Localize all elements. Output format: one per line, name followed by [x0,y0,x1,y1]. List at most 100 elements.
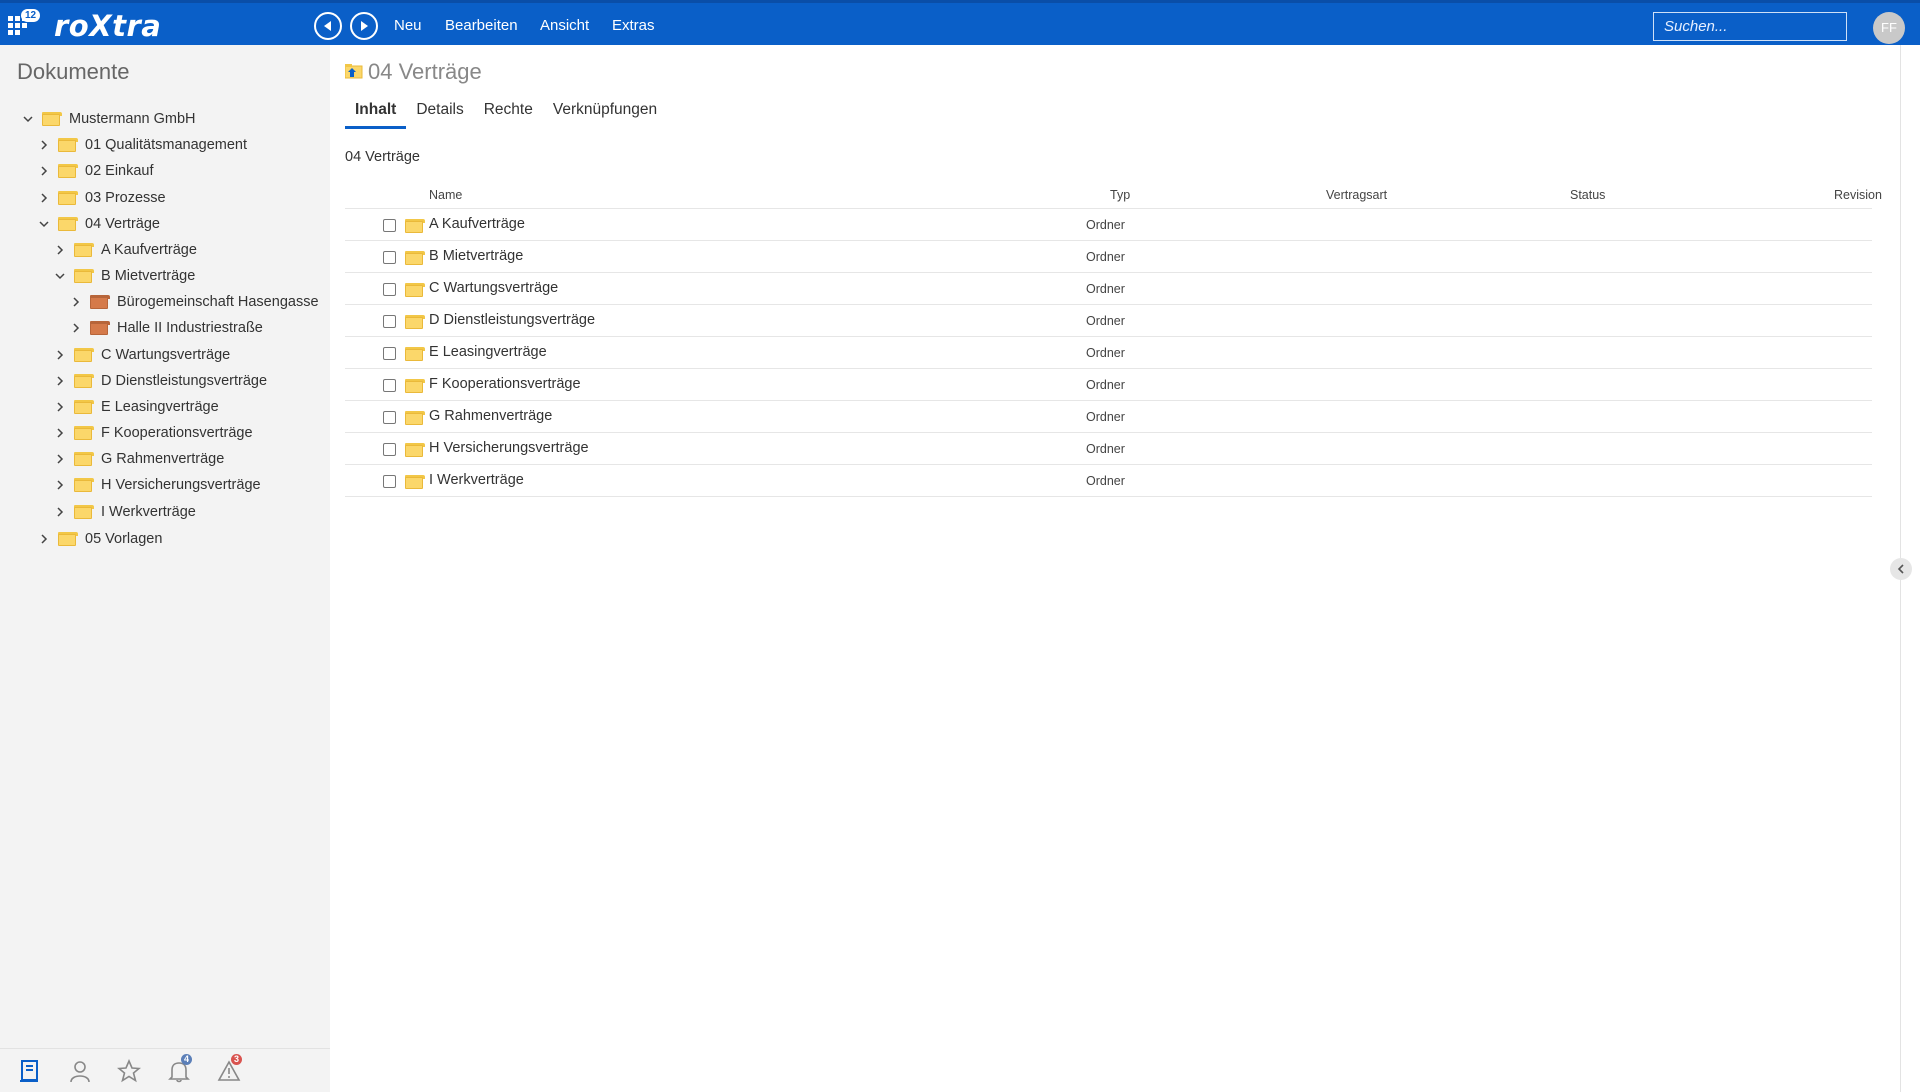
tree-item-label: 02 Einkauf [85,163,154,179]
row-name[interactable]: F Kooperationsverträge [429,376,581,392]
chevron-right-icon[interactable] [52,399,68,415]
chevron-right-icon[interactable] [36,137,52,153]
row-checkbox[interactable] [383,347,396,360]
app-logo[interactable]: roXtra [54,9,161,43]
folder-up-icon [345,64,363,79]
tab-details[interactable]: Details [406,101,473,129]
table-row[interactable]: D Dienstleistungsverträge Ordner [345,305,1872,337]
chevron-right-icon[interactable] [36,190,52,206]
chevron-down-icon[interactable] [52,268,68,284]
chevron-right-icon[interactable] [36,531,52,547]
folder-icon [74,400,92,414]
menu-extras[interactable]: Extras [612,17,655,34]
table-row[interactable]: E LeasingverträgeOrdner [345,337,1872,369]
warning-icon[interactable]: 3 [217,1059,243,1085]
table-row[interactable]: C WartungsverträgeOrdner [345,273,1872,305]
chevron-right-icon[interactable] [52,347,68,363]
chevron-down-icon[interactable] [36,216,52,232]
tree-item[interactable]: D Dienstleistungsverträge [52,368,267,394]
table-row[interactable]: A KaufverträgeOrdner [345,209,1872,241]
notifications-badge: 4 [181,1054,192,1065]
row-checkbox[interactable] [383,475,396,488]
column-header-vertragsart[interactable]: Vertragsart [1326,188,1387,202]
row-checkbox[interactable] [383,411,396,424]
user-avatar[interactable]: FF [1873,12,1905,44]
tree-item[interactable]: 05 Vorlagen [36,526,162,552]
row-checkbox[interactable] [383,443,396,456]
back-button[interactable] [314,12,342,40]
tree-item[interactable]: A Kaufverträge [52,237,197,263]
column-header-revision[interactable]: Revision [1834,188,1882,202]
row-checkbox[interactable] [383,251,396,264]
table-row[interactable]: F KooperationsverträgeOrdner [345,369,1872,401]
tree-item[interactable]: H Versicherungsverträge [52,472,261,498]
tab-inhalt[interactable]: Inhalt [345,101,406,129]
row-name[interactable]: E Leasingverträge [429,344,547,360]
row-name[interactable]: D Dienstleistungsverträge [429,312,595,328]
tree-item-label: G Rahmenverträge [101,451,224,467]
chevron-down-icon[interactable] [20,111,36,127]
row-name[interactable]: G Rahmenverträge [429,408,552,424]
chevron-right-icon[interactable] [52,477,68,493]
tree-item[interactable]: 02 Einkauf [36,158,154,184]
row-type: Ordner [1086,250,1125,264]
row-name[interactable]: I Werkverträge [429,472,524,488]
user-icon[interactable] [68,1059,94,1085]
chevron-right-icon[interactable] [52,425,68,441]
tree-item-label: Bürogemeinschaft Hasengasse [117,294,319,310]
chevron-right-icon[interactable] [52,242,68,258]
chevron-right-icon[interactable] [52,373,68,389]
row-checkbox[interactable] [383,315,396,328]
star-icon[interactable] [117,1059,143,1085]
menu-neu[interactable]: Neu [394,17,422,34]
column-header-name[interactable]: Name [429,188,462,202]
tree-item[interactable]: 01 Qualitätsmanagement [36,132,247,158]
chevron-right-icon[interactable] [52,504,68,520]
table-row[interactable]: H VersicherungsverträgeOrdner [345,433,1872,465]
tree-item[interactable]: F Kooperationsverträge [52,420,253,446]
tree-item[interactable]: Bürogemeinschaft Hasengasse [68,289,319,315]
chevron-right-icon[interactable] [36,163,52,179]
documents-icon[interactable] [18,1059,44,1085]
tree-item-label: 04 Verträge [85,216,160,232]
table-row[interactable]: B Mietverträge Ordner [345,241,1872,273]
row-checkbox[interactable] [383,219,396,232]
bell-icon[interactable]: 4 [167,1059,193,1085]
menu-ansicht[interactable]: Ansicht [540,17,589,34]
collapse-panel-button[interactable] [1890,558,1912,580]
folder-icon [74,269,92,283]
table-row[interactable]: I WerkverträgeOrdner [345,465,1872,497]
tab-verknuepfungen[interactable]: Verknüpfungen [543,101,667,129]
row-name[interactable]: A Kaufverträge [429,216,525,232]
table-header: Name Typ Vertragsart Status Revision [345,179,1872,209]
row-checkbox[interactable] [383,283,396,296]
search-input[interactable] [1653,12,1847,41]
forward-button[interactable] [350,12,378,40]
row-name[interactable]: H Versicherungsverträge [429,440,589,456]
tree-item[interactable]: B Mietverträge [52,263,195,289]
row-name[interactable]: C Wartungsverträge [429,280,558,296]
tree-item[interactable]: 03 Prozesse [36,185,166,211]
tree-item[interactable]: 04 Verträge [36,211,160,237]
table-row[interactable]: G RahmenverträgeOrdner [345,401,1872,433]
chevron-right-icon[interactable] [68,294,84,310]
tree-item[interactable]: E Leasingverträge [52,394,219,420]
row-checkbox[interactable] [383,379,396,392]
chevron-right-icon[interactable] [52,451,68,467]
menu-bearbeiten[interactable]: Bearbeiten [445,17,518,34]
tree-item[interactable]: Halle II Industriestraße [68,315,263,341]
tab-rechte[interactable]: Rechte [474,101,543,129]
column-header-status[interactable]: Status [1570,188,1605,202]
tree-item[interactable]: G Rahmenverträge [52,446,224,472]
column-header-typ[interactable]: Typ [1110,188,1130,202]
row-name[interactable]: B Mietverträge [429,248,523,264]
tree-item[interactable]: C Wartungsverträge [52,342,230,368]
folder-icon [58,217,76,231]
tree-item[interactable]: I Werkverträge [52,499,196,525]
tree-item[interactable]: Mustermann GmbH [20,106,196,132]
row-type: Ordner [1086,314,1125,328]
chevron-right-icon[interactable] [68,320,84,336]
tree-item-label: Mustermann GmbH [69,111,196,127]
folder-icon [405,411,423,425]
apps-grid-icon[interactable]: 12 [8,12,30,34]
